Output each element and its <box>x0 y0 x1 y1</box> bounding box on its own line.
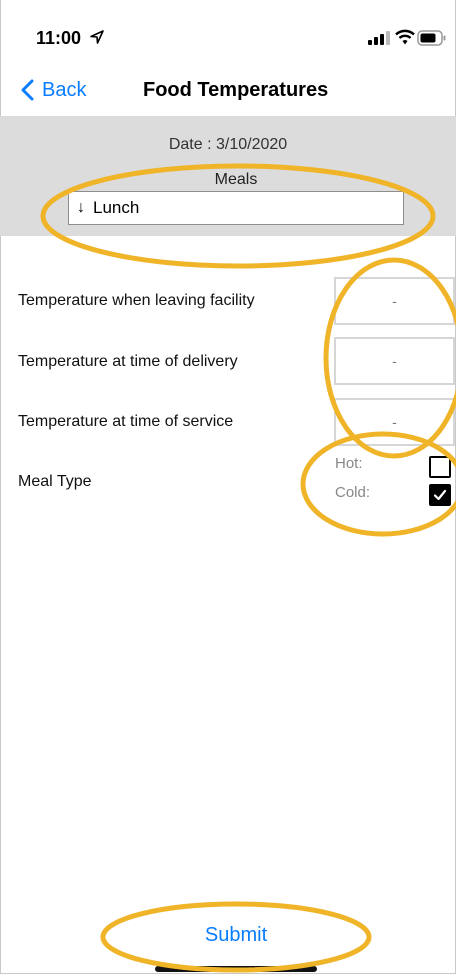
status-time: 11:00 <box>36 28 82 48</box>
back-button-label: Back <box>42 78 87 101</box>
wifi-icon <box>395 29 415 45</box>
hot-label: Hot: <box>335 455 363 472</box>
meal-select-value: Lunch <box>93 198 140 217</box>
chevron-left-icon <box>21 79 34 101</box>
service-label: Temperature at time of service <box>18 413 234 430</box>
checkmark-icon <box>433 489 447 501</box>
delivery-temp-input[interactable] <box>334 337 455 385</box>
meal-select-dropdown[interactable]: ↓ Lunch <box>68 191 404 225</box>
leaving-facility-temp-input[interactable] <box>334 277 455 325</box>
leaving-facility-label: Temperature when leaving facility <box>18 292 255 309</box>
submit-button[interactable]: Submit <box>0 924 456 947</box>
meal-type-label: Meal Type <box>18 473 92 490</box>
back-button[interactable]: Back <box>20 76 86 104</box>
date-label: Date : 3/10/2020 <box>168 136 288 153</box>
cold-label: Cold: <box>335 484 371 501</box>
status-bar: 11:00 <box>0 0 456 60</box>
service-temp-input[interactable] <box>334 398 455 446</box>
date-meals-header: Date : 3/10/2020 Meals ↓ Lunch <box>0 116 456 236</box>
dropdown-arrow-icon: ↓ <box>77 199 85 216</box>
cellular-signal-icon <box>368 31 390 45</box>
hot-checkbox[interactable] <box>429 456 451 478</box>
location-arrow-icon <box>90 30 104 44</box>
battery-icon <box>417 30 446 46</box>
delivery-label: Temperature at time of delivery <box>18 353 238 370</box>
cold-checkbox[interactable] <box>429 484 451 506</box>
navigation-bar: Back Food Temperatures <box>0 60 456 116</box>
meals-label: Meals <box>214 171 258 188</box>
home-indicator <box>155 966 317 972</box>
page-title: Food Temperatures <box>143 79 329 101</box>
